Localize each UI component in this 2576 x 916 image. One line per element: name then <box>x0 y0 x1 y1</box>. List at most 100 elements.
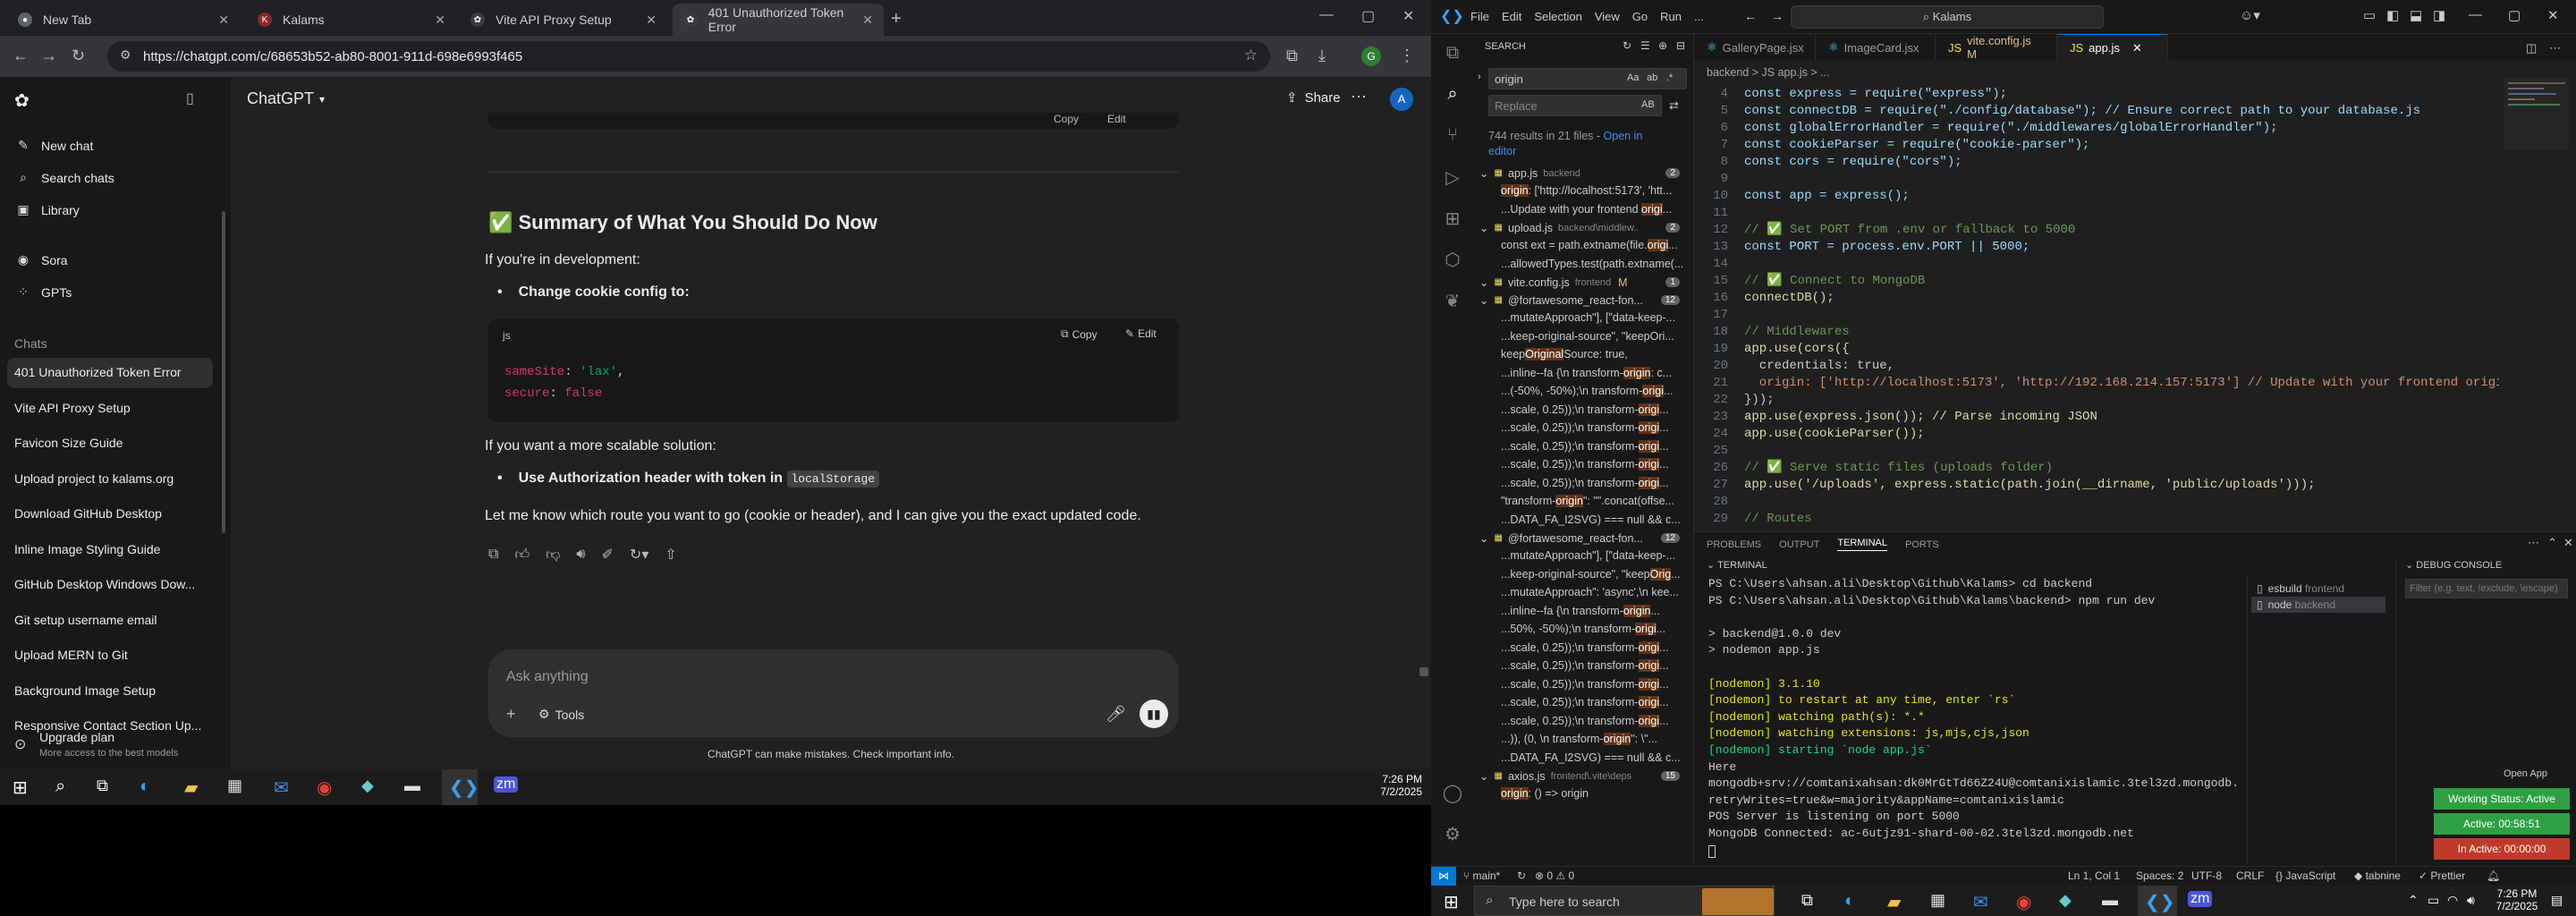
zoom-icon[interactable]: zm <box>2188 891 2213 907</box>
editor-tab-viteconfig[interactable]: JS vite.config.js M <box>1936 34 2057 61</box>
close-icon[interactable]: ✕ <box>862 13 873 28</box>
terminal-icon[interactable]: ▬ <box>2102 891 2118 910</box>
search-result-line[interactable]: ...scale, 0.25));\n transform-origi... <box>1501 714 1689 727</box>
branch-indicator[interactable]: ⑂ main* <box>1463 869 1500 882</box>
zoom-icon[interactable]: zm <box>494 776 519 793</box>
toggle-replace-icon[interactable]: › <box>1478 72 1481 82</box>
copilot-icon[interactable]: ☺▾ <box>2240 7 2260 23</box>
extensions-icon[interactable]: ⧉ <box>1286 47 1298 65</box>
cursor-position[interactable]: Ln 1, Col 1 <box>2068 869 2120 882</box>
search-result-line[interactable]: ...keep-original-source", "keepOri... <box>1501 330 1689 343</box>
search-result-line[interactable]: ...scale, 0.25));\n transform-origi... <box>1501 421 1689 434</box>
thumbs-up-icon[interactable]: 👍︎ <box>514 547 530 564</box>
vscode-icon[interactable]: ❮❯ <box>449 776 479 799</box>
mongodb-icon[interactable]: ❦ <box>1442 290 1463 311</box>
bookmark-star-icon[interactable]: ☆ <box>1244 47 1258 64</box>
whole-word-icon[interactable]: ab <box>1647 72 1657 83</box>
terminal-output[interactable]: PS C:\Users\ahsan.ali\Desktop\Github\Kal… <box>1694 577 2240 863</box>
panel-tab[interactable]: PORTS <box>1905 539 1939 550</box>
accounts-icon[interactable]: ◯ <box>1442 782 1463 803</box>
edge-icon[interactable]: ◐ <box>140 776 150 797</box>
search-icon[interactable]: ⌕ <box>1442 84 1463 106</box>
notifications-icon[interactable]: ▤ <box>2551 893 2563 908</box>
panel-tab[interactable]: TERMINAL <box>1837 538 1887 551</box>
minimize-icon[interactable]: — <box>2469 7 2482 22</box>
search-result-line[interactable]: ...inline--fa {\n transform-origin... <box>1501 604 1689 617</box>
forward-icon[interactable]: → <box>1771 9 1784 23</box>
new-search-editor-icon[interactable]: ⊕ <box>1658 39 1667 52</box>
search-chats-button[interactable]: ⌕ Search chats <box>14 170 114 185</box>
search-result-line[interactable]: const ext = path.extname(file.origi... <box>1501 239 1689 251</box>
copy-code-button[interactable]: ⧉ Copy <box>1061 327 1097 341</box>
edit-in-canvas-icon[interactable]: ✐ <box>602 546 614 564</box>
search-result-line[interactable]: ...keep-original-source", "keepOrig... <box>1501 567 1689 581</box>
chrome-taskbar-icon[interactable]: ◉ <box>2016 891 2031 913</box>
search-result-line[interactable]: ...(-50%, -50%);\n transform-origi... <box>1501 385 1689 397</box>
tools-button[interactable]: ⚙ Tools <box>538 707 584 722</box>
search-result-file[interactable]: ⌄ ▦ @fortawesome_react-fon... 12 <box>1479 293 1687 307</box>
search-result-line[interactable]: ...mutateApproach": 'async',\n kee... <box>1501 586 1689 598</box>
minimize-icon[interactable]: — <box>1319 7 1334 23</box>
chrome-taskbar-icon[interactable]: ◉ <box>317 776 332 799</box>
tab-new-tab[interactable]: ● New Tab ✕ <box>7 4 240 36</box>
language-mode[interactable]: {} JavaScript <box>2275 869 2335 882</box>
tray-overflow-icon[interactable]: ⌃ <box>2408 893 2419 908</box>
search-result-line[interactable]: origin: () => origin <box>1501 787 1689 800</box>
reload-icon[interactable]: ↻ <box>72 47 85 65</box>
wifi-icon[interactable]: ◠ <box>2447 893 2458 908</box>
remote-indicator-icon[interactable]: ⋈ <box>1431 867 1456 886</box>
eol[interactable]: CRLF <box>2236 869 2264 882</box>
new-chat-button[interactable]: ✎ New chat <box>14 138 93 153</box>
menu-dots-icon[interactable]: ⋮ <box>1399 47 1415 65</box>
edge-icon[interactable]: ◐ <box>1844 891 1855 912</box>
vscode-icon[interactable]: ❮❯ <box>2145 891 2175 913</box>
search-result-line[interactable]: ...)), (0, \n transform-origin": \"... <box>1501 733 1689 745</box>
search-result-line[interactable]: keepOriginalSource: true, <box>1501 348 1689 360</box>
regex-icon[interactable]: .* <box>1666 72 1673 83</box>
chat-history-item[interactable]: Git setup username email <box>14 613 215 627</box>
copy-button[interactable]: Copy <box>1054 113 1079 125</box>
search-icon[interactable]: ⌕ <box>55 776 65 797</box>
close-icon[interactable]: ✕ <box>646 13 657 28</box>
volume-icon[interactable]: 🔊︎ <box>2467 893 2475 908</box>
search-result-line[interactable]: ...DATA_FA_I2SVG) === null && c... <box>1501 751 1689 764</box>
sidebar-toggle-icon[interactable]: ▯ <box>186 89 194 107</box>
file-explorer-icon[interactable]: ▰ <box>184 776 198 799</box>
search-result-line[interactable]: ...scale, 0.25));\n transform-origi... <box>1501 439 1689 453</box>
prompt-input[interactable]: Ask anything <box>506 669 589 685</box>
maximize-icon[interactable]: ▢ <box>2508 7 2521 23</box>
search-result-line[interactable]: ...scale, 0.25));\n transform-origi... <box>1501 476 1689 489</box>
search-result-line[interactable]: ...scale, 0.25));\n transform-origi... <box>1501 659 1689 672</box>
open-in-editor-link-2[interactable]: editor <box>1488 145 1516 157</box>
toggle-aux-icon[interactable]: ◨ <box>2433 7 2445 23</box>
terminal-item-node[interactable]: ▯ node backend <box>2251 597 2385 613</box>
match-case-icon[interactable]: Aa <box>1627 72 1639 83</box>
split-editor-icon[interactable]: ◫ <box>2526 41 2537 55</box>
menu-item[interactable]: ... <box>1694 10 1704 23</box>
minimap[interactable] <box>2504 79 2569 150</box>
close-icon[interactable]: ✕ <box>2132 41 2142 55</box>
menu-item[interactable]: Run <box>1660 10 1682 23</box>
layout-icon[interactable]: ▭ <box>2363 7 2376 23</box>
chat-history-item[interactable]: Background Image Setup <box>14 683 215 698</box>
search-result-file[interactable]: ⌄ ▦ app.js backend 2 <box>1479 166 1687 180</box>
back-icon[interactable]: ← <box>13 47 29 65</box>
search-result-line[interactable]: ...scale, 0.25));\n transform-origi... <box>1501 458 1689 471</box>
source-control-icon[interactable]: ⑂ <box>1442 125 1463 147</box>
chat-history-item[interactable]: Favicon Size Guide <box>14 436 215 450</box>
chat-history-item[interactable]: Upload MERN to Git <box>14 648 215 662</box>
mail-icon[interactable]: ✉ <box>274 776 289 799</box>
close-window-icon[interactable]: ✕ <box>2547 7 2559 23</box>
maximize-icon[interactable]: ▢ <box>1361 7 1375 25</box>
edit-button[interactable]: Edit <box>1107 113 1126 125</box>
copy-icon[interactable]: ⧉ <box>488 547 498 563</box>
file-explorer-icon[interactable]: ▰ <box>1887 891 1901 913</box>
close-window-icon[interactable]: ✕ <box>1402 7 1414 25</box>
close-panel-icon[interactable]: ✕ <box>2563 536 2573 550</box>
edit-code-button[interactable]: ✎ Edit <box>1125 327 1157 340</box>
search-result-file[interactable]: ⌄ ▦ vite.config.js frontend M 1 <box>1479 276 1687 289</box>
task-view-icon[interactable]: ⧉ <box>97 776 108 795</box>
gpts-button[interactable]: ⁘ GPTs <box>14 284 72 300</box>
address-bar[interactable]: ⚙ https://chatgpt.com/c/68653b52-ab80-80… <box>107 41 1270 72</box>
sidebar-scrollbar[interactable] <box>222 211 225 533</box>
